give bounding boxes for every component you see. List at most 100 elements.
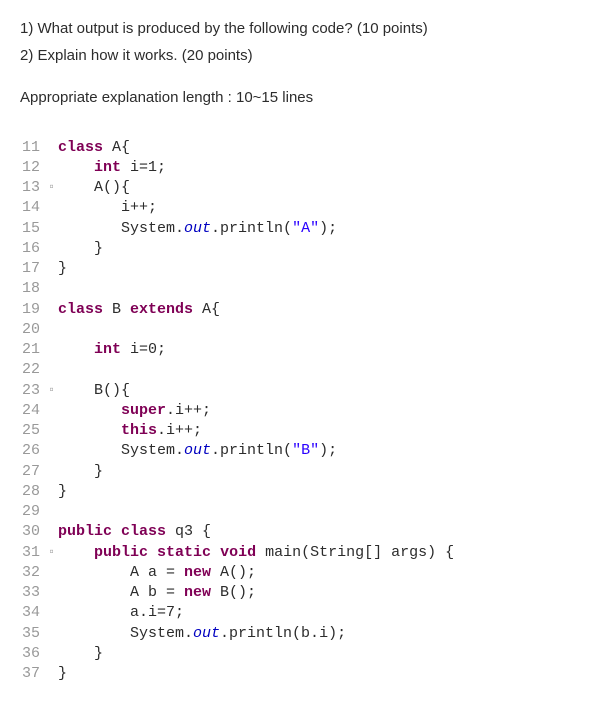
code-content: A a = new A(); — [58, 563, 590, 583]
code-line: 31▫ public static void main(String[] arg… — [20, 543, 590, 563]
code-content: System.out.println("B"); — [58, 441, 590, 461]
code-line: 36 } — [20, 644, 590, 664]
fold-marker-icon — [48, 280, 58, 300]
code-line: 29 — [20, 502, 590, 522]
fold-marker-icon — [48, 604, 58, 624]
line-number: 28 — [20, 482, 48, 502]
code-content: A(){ — [58, 178, 590, 198]
code-content: } — [58, 259, 590, 279]
fold-marker-icon — [48, 463, 58, 483]
line-number: 29 — [20, 502, 48, 522]
fold-marker-icon — [48, 645, 58, 665]
code-line: 24 super.i++; — [20, 401, 590, 421]
code-line: 27 } — [20, 462, 590, 482]
code-line: 30public class q3 { — [20, 522, 590, 542]
line-number: 26 — [20, 441, 48, 461]
line-number: 25 — [20, 421, 48, 441]
fold-marker-icon — [48, 240, 58, 260]
code-line: 11 class A{ — [20, 138, 590, 158]
fold-marker-icon — [48, 301, 58, 321]
code-content: } — [58, 239, 590, 259]
code-content: System.out.println("A"); — [58, 219, 590, 239]
line-number: 11 — [20, 138, 48, 158]
fold-marker-icon — [48, 321, 58, 341]
code-line: 20 — [20, 320, 590, 340]
fold-marker-icon — [48, 159, 58, 179]
code-content: public static void main(String[] args) { — [58, 543, 590, 563]
code-content: int i=1; — [58, 158, 590, 178]
code-content: } — [58, 462, 590, 482]
code-content: } — [58, 664, 590, 684]
code-line: 19class B extends A{ — [20, 300, 590, 320]
fold-marker-icon — [48, 442, 58, 462]
line-number: 14 — [20, 198, 48, 218]
code-line: 35 System.out.println(b.i); — [20, 624, 590, 644]
code-line: 28} — [20, 482, 590, 502]
fold-marker-icon — [48, 341, 58, 361]
code-content: class B extends A{ — [58, 300, 590, 320]
code-line: 17} — [20, 259, 590, 279]
fold-marker-icon — [48, 584, 58, 604]
line-number: 33 — [20, 583, 48, 603]
question-2: 2) Explain how it works. (20 points) — [20, 45, 590, 68]
line-number: 13 — [20, 178, 48, 198]
code-line: 26 System.out.println("B"); — [20, 441, 590, 461]
code-line: 33 A b = new B(); — [20, 583, 590, 603]
code-content: super.i++; — [58, 401, 590, 421]
code-line: 34 a.i=7; — [20, 603, 590, 623]
code-line: 15 System.out.println("A"); — [20, 219, 590, 239]
fold-marker-icon — [48, 361, 58, 381]
code-line: 12 int i=1; — [20, 158, 590, 178]
code-content: public class q3 { — [58, 522, 590, 542]
code-content — [58, 320, 590, 340]
code-line: 37} — [20, 664, 590, 684]
line-number: 24 — [20, 401, 48, 421]
code-line: 23▫ B(){ — [20, 381, 590, 401]
line-number: 15 — [20, 219, 48, 239]
code-content — [58, 502, 590, 522]
line-number: 16 — [20, 239, 48, 259]
fold-marker-icon: ▫ — [48, 179, 58, 199]
line-number: 35 — [20, 624, 48, 644]
fold-marker-icon: ▫ — [48, 382, 58, 402]
line-number: 18 — [20, 279, 48, 299]
code-content: } — [58, 644, 590, 664]
line-number: 31 — [20, 543, 48, 563]
code-content: i++; — [58, 198, 590, 218]
fold-marker-icon — [48, 503, 58, 523]
code-content: System.out.println(b.i); — [58, 624, 590, 644]
line-number: 12 — [20, 158, 48, 178]
code-line: 22 — [20, 360, 590, 380]
line-number: 32 — [20, 563, 48, 583]
line-number: 27 — [20, 462, 48, 482]
line-number: 21 — [20, 340, 48, 360]
code-block: 11class A{12 int i=1;13▫ A(){14 i++;15 S… — [20, 138, 590, 685]
code-content: } — [58, 482, 590, 502]
code-line: 32 A a = new A(); — [20, 563, 590, 583]
line-number: 37 — [20, 664, 48, 684]
fold-marker-icon — [48, 523, 58, 543]
code-line: 13▫ A(){ — [20, 178, 590, 198]
line-number: 22 — [20, 360, 48, 380]
fold-marker-icon — [48, 483, 58, 503]
explanation-note: Appropriate explanation length : 10~15 l… — [20, 87, 590, 110]
code-line: 14 i++; — [20, 198, 590, 218]
line-number: 36 — [20, 644, 48, 664]
code-content: A b = new B(); — [58, 583, 590, 603]
code-content: class A{ — [58, 138, 590, 158]
code-content — [58, 279, 590, 299]
code-line: 25 this.i++; — [20, 421, 590, 441]
fold-marker-icon — [48, 625, 58, 645]
line-number: 23 — [20, 381, 48, 401]
fold-marker-icon — [48, 139, 58, 159]
code-content: B(){ — [58, 381, 590, 401]
line-number: 34 — [20, 603, 48, 623]
fold-marker-icon — [48, 260, 58, 280]
fold-marker-icon — [48, 665, 58, 685]
line-number: 17 — [20, 259, 48, 279]
code-line: 21 int i=0; — [20, 340, 590, 360]
fold-marker-icon — [48, 220, 58, 240]
fold-marker-icon — [48, 199, 58, 219]
line-number: 20 — [20, 320, 48, 340]
fold-marker-icon — [48, 422, 58, 442]
